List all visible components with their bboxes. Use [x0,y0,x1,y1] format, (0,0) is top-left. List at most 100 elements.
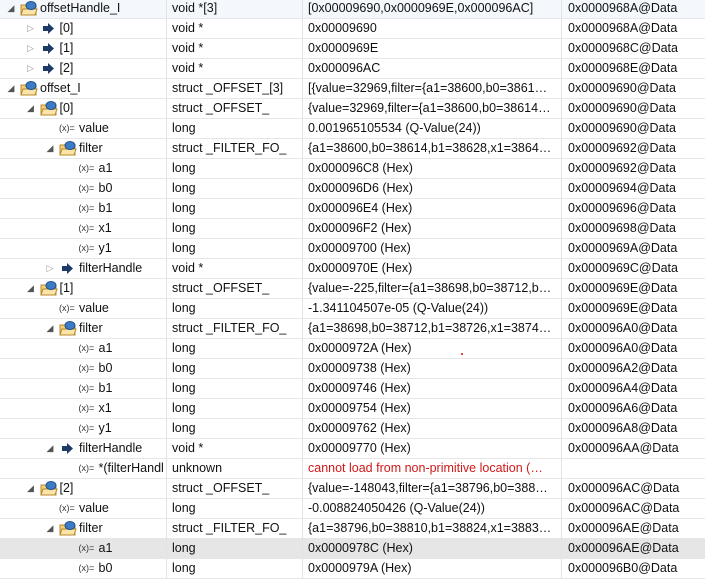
variable-row[interactable]: (x)= x1 long 0x000096F2 (Hex) 0x00009698@Dat… [0,219,705,239]
variable-icon: (x)= [78,243,95,253]
collapse-toggle-icon[interactable]: ◢ [26,99,36,118]
variable-value[interactable]: 0x00009738 (Hex) [303,359,562,378]
variable-row[interactable]: (x)= a1 long 0x0000972A (Hex) 0x000096A0@Dat… [0,339,705,359]
variable-row[interactable]: (x)= b0 long 0x000096D6 (Hex) 0x00009694@Dat… [0,179,705,199]
variable-icon: (x)= [78,403,95,413]
variable-icon: (x)= [59,503,75,513]
variable-type: struct _OFFSET_[3] [167,79,303,98]
variable-row[interactable]: ◢ [1] struct _OFFSET_ {value=-225,filter={a… [0,279,705,299]
variable-row[interactable]: (x)= a1 long 0x0000978C (Hex) 0x000096AE@Dat… [0,539,705,559]
variable-value[interactable]: -0.008824050426 (Q-Value(24)) [303,499,562,518]
variable-value[interactable]: 0x000096AC [303,59,562,78]
variable-value[interactable]: 0x00009690 [303,19,562,38]
collapse-toggle-icon[interactable]: ◢ [45,319,55,338]
variable-row[interactable]: (x)= y1 long 0x00009700 (Hex) 0x0000969A@Dat… [0,239,705,259]
collapse-toggle-icon[interactable]: ◢ [26,279,36,298]
variable-location [562,459,705,478]
pointer-icon [42,61,56,76]
variable-value[interactable]: 0x00009754 (Hex) [303,399,562,418]
variable-value[interactable]: 0x00009762 (Hex) [303,419,562,438]
variable-row[interactable]: ◢ [0] struct _OFFSET_ {value=32969,filter={… [0,99,705,119]
collapse-toggle-icon[interactable]: ◢ [26,479,36,498]
collapse-toggle-icon[interactable]: ◢ [6,0,16,18]
collapse-toggle-icon[interactable]: ◢ [6,79,16,98]
variable-type: long [167,399,303,418]
variable-type: struct _FILTER_FO_ [167,139,303,158]
variable-value[interactable]: 0x00009746 (Hex) [303,379,562,398]
variable-name: value [79,301,109,315]
variable-row[interactable]: ▷ filterHandle void * 0x0000970E (Hex) 0x000… [0,259,705,279]
variable-name: b0 [98,361,113,375]
name-cell: (x)= value [0,119,167,138]
variable-name: y1 [98,421,112,435]
variable-row[interactable]: (x)= value long 0.001965105534 (Q-Value(24)… [0,119,705,139]
variable-row[interactable]: (x)= value long -1.341104507e-05 (Q-Value(2… [0,299,705,319]
name-cell: ▷ [1] [0,39,167,58]
variable-value[interactable]: {value=-225,filter={a1=38698,b0=38712,b… [303,279,562,298]
variable-type: struct _OFFSET_ [167,99,303,118]
variable-row[interactable]: (x)= *(filterHandl unknown cannot load from… [0,459,705,479]
variable-icon: (x)= [78,563,95,573]
struct-icon [59,321,77,336]
variables-tree[interactable]: ◢ offsetHandle_I void *[3] [0x00009690,0x00… [0,0,705,579]
variable-row[interactable]: ◢ offset_I struct _OFFSET_[3] [{value=32969… [0,79,705,99]
variable-row[interactable]: ▷ [1] void * 0x0000969E 0x0000968C@Data [0,39,705,59]
variable-location: 0x0000968C@Data [568,41,678,55]
variable-value[interactable]: 0x00009700 (Hex) [303,239,562,258]
collapse-toggle-icon[interactable]: ◢ [45,519,55,538]
variable-value[interactable]: 0x000096F2 (Hex) [303,219,562,238]
variable-row[interactable]: ◢ filterHandle void * 0x00009770 (Hex) 0x000… [0,439,705,459]
variable-row[interactable]: ◢ filter struct _FILTER_FO_ {a1=38698,b0=38… [0,319,705,339]
variable-name: [2] [59,481,74,495]
variable-value[interactable]: 0x00009770 (Hex) [303,439,562,458]
variable-type: long [167,219,303,238]
variable-value[interactable]: 0x000096D6 (Hex) [303,179,562,198]
variable-value[interactable]: 0x0000969E [303,39,562,58]
variable-row[interactable]: ◢ filter struct _FILTER_FO_ {a1=38600,b0=38… [0,139,705,159]
variable-value[interactable]: [{value=32969,filter={a1=38600,b0=3861… [303,79,562,98]
variable-value[interactable]: 0x000096E4 (Hex) [303,199,562,218]
variable-row[interactable]: (x)= b0 long 0x0000979A (Hex) 0x000096B0@Dat… [0,559,705,579]
variable-value[interactable]: {value=32969,filter={a1=38600,b0=38614… [303,99,562,118]
variable-row[interactable]: (x)= b1 long 0x00009746 (Hex) 0x000096A4@Dat… [0,379,705,399]
variable-value[interactable]: -1.341104507e-05 (Q-Value(24)) [303,299,562,318]
name-cell: (x)= x1 [0,399,167,418]
variable-value[interactable]: 0x0000970E (Hex) [303,259,562,278]
collapse-toggle-icon[interactable]: ◢ [45,439,55,458]
name-cell: ◢ [2] [0,479,167,498]
collapse-toggle-icon[interactable]: ◢ [45,139,55,158]
variable-row[interactable]: (x)= b0 long 0x00009738 (Hex) 0x000096A2@Dat… [0,359,705,379]
expand-toggle-icon[interactable]: ▷ [45,259,55,278]
name-cell: ◢ filter [0,319,167,338]
expand-toggle-icon[interactable]: ▷ [26,19,36,38]
variable-value[interactable]: 0x0000979A (Hex) [303,559,562,578]
variable-type: long [167,339,303,358]
variable-row[interactable]: (x)= value long -0.008824050426 (Q-Value(24… [0,499,705,519]
variable-value[interactable]: {a1=38600,b0=38614,b1=38628,x1=3864… [303,139,562,158]
variable-row[interactable]: (x)= x1 long 0x00009754 (Hex) 0x000096A6@Dat… [0,399,705,419]
expand-toggle-icon[interactable]: ▷ [26,39,36,58]
variable-value[interactable]: 0x000096C8 (Hex) [303,159,562,178]
variable-value[interactable]: {a1=38796,b0=38810,b1=38824,x1=3883… [303,519,562,538]
variable-row[interactable]: ◢ [2] struct _OFFSET_ {value=-148043,filter… [0,479,705,499]
expand-toggle-icon[interactable]: ▷ [26,59,36,78]
variable-row[interactable]: ▷ [0] void * 0x00009690 0x0000968A@Data [0,19,705,39]
struct-icon [59,521,77,536]
variable-name: [0] [59,21,74,35]
variable-location: 0x000096A0@Data [568,341,678,355]
variable-row[interactable]: ▷ [2] void * 0x000096AC 0x0000968E@Data [0,59,705,79]
variable-value[interactable]: {a1=38698,b0=38712,b1=38726,x1=3874… [303,319,562,338]
variable-row[interactable]: (x)= y1 long 0x00009762 (Hex) 0x000096A8@Dat… [0,419,705,439]
variable-value[interactable]: 0.001965105534 (Q-Value(24)) [303,119,562,138]
variable-value[interactable]: [0x00009690,0x0000969E,0x000096AC] [303,0,562,18]
variable-value[interactable]: 0x0000978C (Hex) [303,539,562,558]
variable-value[interactable]: cannot load from non-primitive location … [303,459,562,478]
variable-row[interactable]: ◢ offsetHandle_I void *[3] [0x00009690,0x00… [0,0,705,19]
variable-row[interactable]: (x)= b1 long 0x000096E4 (Hex) 0x00009696@Dat… [0,199,705,219]
variable-row[interactable]: ◢ filter struct _FILTER_FO_ {a1=38796,b0=38… [0,519,705,539]
variable-type: long [167,119,303,138]
variable-value[interactable]: 0x0000972A (Hex) [303,339,562,358]
variable-row[interactable]: (x)= a1 long 0x000096C8 (Hex) 0x00009692@Dat… [0,159,705,179]
variable-name: a1 [98,161,113,175]
variable-value[interactable]: {value=-148043,filter={a1=38796,b0=388… [303,479,562,498]
